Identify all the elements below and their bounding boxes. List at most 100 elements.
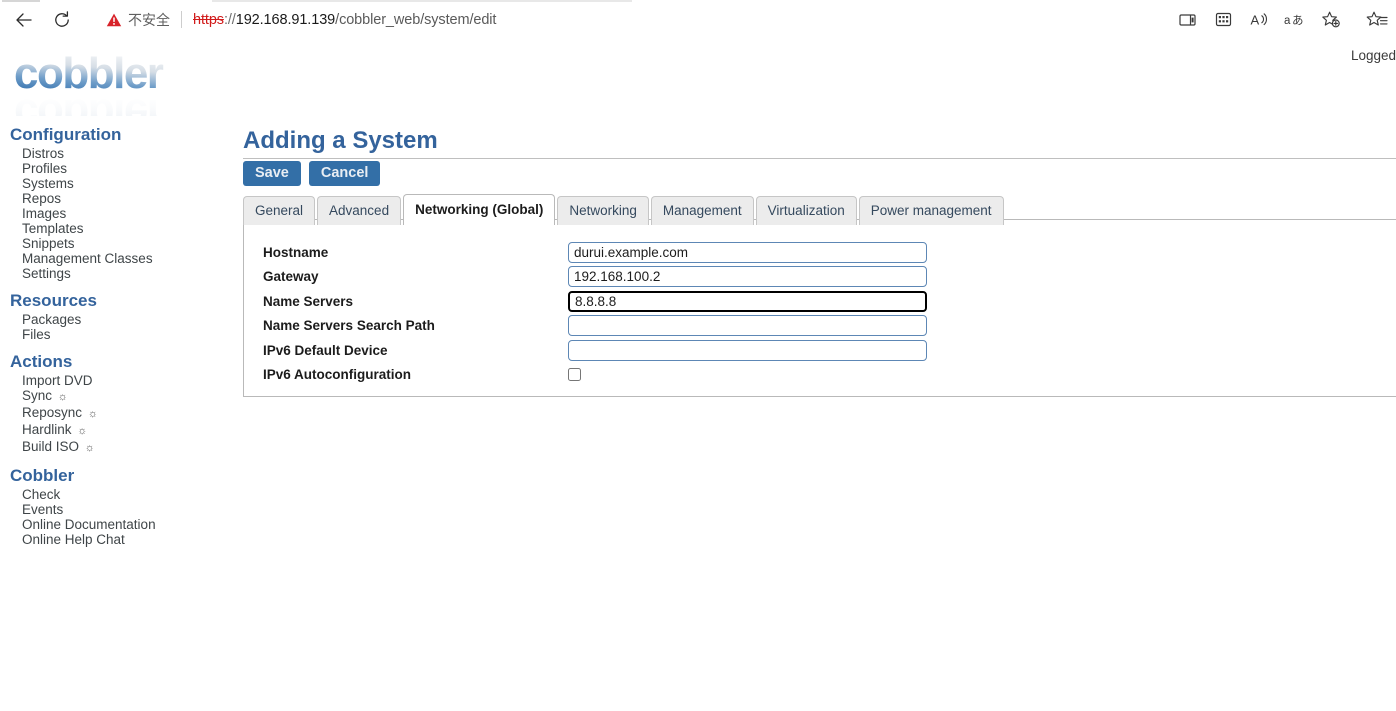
sidebar-section-resources: Resources — [10, 291, 97, 310]
tab-edge-left — [2, 0, 40, 2]
sidebar-item-label: Settings — [22, 266, 71, 281]
page-title: Adding a System — [243, 127, 438, 154]
url-scheme: https — [193, 11, 224, 28]
sidebar-item-label: Import DVD — [22, 373, 93, 388]
read-aloud-icon[interactable]: A — [1242, 5, 1276, 35]
url-text[interactable]: https://192.168.91.139/cobbler_web/syste… — [193, 12, 496, 28]
sidebar-item-label: Sync — [22, 388, 53, 403]
tab-edge-active — [212, 0, 632, 2]
form-label: Name Servers Search Path — [263, 318, 435, 334]
security-label: 不安全 — [128, 12, 170, 29]
tab-general[interactable]: General — [243, 196, 316, 225]
sidebar-section-actions: Actions — [10, 352, 73, 371]
sidebar-item-hardlink[interactable]: Hardlink ☼ — [0, 422, 228, 439]
ipv6-default-device-input[interactable] — [568, 339, 927, 361]
sidebar-item-reposync[interactable]: Reposync ☼ — [0, 405, 228, 422]
sidebar-item-label: Repos — [22, 191, 62, 206]
sidebar-item-systems[interactable]: Systems — [0, 176, 228, 191]
tab-networking[interactable]: Networking — [557, 196, 649, 225]
tab-management[interactable]: Management — [650, 196, 754, 225]
sidebar-item-label: Reposync — [22, 405, 83, 420]
ipv6-autoconfiguration-checkbox[interactable] — [568, 368, 581, 382]
sidebar-item-label: Images — [22, 206, 67, 221]
sidebar-item-images[interactable]: Images — [0, 206, 228, 221]
warning-triangle-icon — [106, 13, 122, 26]
sidebar: cobbler cobbler Configuration Distros Prof… — [0, 40, 228, 711]
address-bar[interactable]: 不安全 https://192.168.91.139/cobbler_web/s… — [96, 3, 1158, 36]
sun-icon: ☼ — [77, 425, 88, 437]
sidebar-item-label: Online Help Chat — [22, 532, 125, 547]
back-arrow-icon — [16, 13, 32, 27]
form-row: Name Servers — [263, 289, 927, 314]
sidebar-item-packages[interactable]: Packages — [0, 312, 228, 327]
sidebar-item-online-documentation[interactable]: Online Documentation — [0, 517, 228, 532]
name-servers-input[interactable] — [568, 290, 927, 312]
sidebar-section-configuration: Configuration — [10, 125, 122, 144]
tab-bar: General Advanced Networking (Global) Networ… — [243, 194, 1006, 226]
cancel-button[interactable]: Cancel — [308, 161, 381, 186]
form-row: Gateway — [263, 265, 927, 290]
name-servers-search-path-input[interactable] — [568, 315, 927, 337]
form-row: IPv6 Default Device — [263, 338, 927, 363]
add-favorite-icon[interactable] — [1314, 5, 1348, 35]
gateway-input[interactable] — [568, 266, 927, 288]
favorites-list-icon[interactable] — [1360, 5, 1394, 35]
sidebar-item-events[interactable]: Events — [0, 502, 228, 517]
collections-icon[interactable] — [1206, 5, 1240, 35]
sidebar-item-label: Packages — [22, 312, 82, 327]
form-label: Hostname — [263, 244, 329, 260]
sidebar-item-build-iso[interactable]: Build ISO ☼ — [0, 439, 228, 456]
sidebar-item-settings[interactable]: Settings — [0, 266, 228, 281]
form-row: Hostname — [263, 240, 927, 265]
sidebar-item-repos[interactable]: Repos — [0, 191, 228, 206]
sidebar-item-label: Systems — [22, 176, 74, 191]
tab-panel: Hostname Gateway Name Servers Name Servers … — [243, 219, 1396, 397]
sidebar-item-label: Templates — [22, 221, 84, 236]
tab-virtualization[interactable]: Virtualization — [755, 196, 857, 225]
hostname-input[interactable] — [568, 241, 927, 263]
sidebar-item-label: Hardlink — [22, 422, 72, 437]
form-label: IPv6 Autoconfiguration — [263, 367, 411, 383]
sun-icon: ☼ — [87, 408, 98, 420]
sidebar-item-check[interactable]: Check — [0, 487, 228, 502]
sidebar-item-files[interactable]: Files — [0, 327, 228, 342]
sidebar-item-distros[interactable]: Distros — [0, 146, 228, 161]
sidebar-section-cobbler: Cobbler — [10, 466, 75, 485]
sidebar-item-label: Events — [22, 502, 64, 517]
sidebar-item-online-help-chat[interactable]: Online Help Chat — [0, 532, 228, 547]
translate-icon[interactable]: a あ — [1278, 5, 1312, 35]
sidebar-item-management-classes[interactable]: Management Classes — [0, 251, 228, 266]
sun-icon: ☼ — [84, 442, 95, 454]
split-screen-icon[interactable] — [1170, 5, 1204, 35]
main-content: Adding a System Save Cancel General Advan… — [228, 40, 1396, 711]
sidebar-section-spacer — [0, 281, 228, 290]
reload-button[interactable] — [46, 4, 78, 36]
page-content: Logged cobbler cobbler Configuration Dis… — [0, 40, 1396, 711]
browser-toolbar: A a あ — [1170, 3, 1396, 36]
back-button[interactable] — [8, 4, 40, 36]
svg-text:あ: あ — [1292, 13, 1304, 27]
sidebar-item-label: Files — [22, 327, 51, 342]
sidebar-item-import-dvd[interactable]: Import DVD — [0, 373, 228, 388]
sidebar-item-label: Distros — [22, 146, 65, 161]
form-label: IPv6 Default Device — [263, 342, 388, 358]
url-host: 192.168.91.139 — [235, 11, 336, 28]
url-path: /cobbler_web/system/edit — [335, 11, 497, 28]
svg-text:A: A — [1251, 13, 1260, 28]
tab-networking-global[interactable]: Networking (Global) — [403, 194, 556, 226]
tab-power-management[interactable]: Power management — [858, 196, 1004, 225]
sidebar-item-label: Online Documentation — [22, 517, 156, 532]
sun-icon: ☼ — [57, 391, 68, 403]
sidebar-item-label: Snippets — [22, 236, 75, 251]
sidebar-item-snippets[interactable]: Snippets — [0, 236, 228, 251]
tab-advanced[interactable]: Advanced — [317, 196, 402, 225]
sidebar-item-templates[interactable]: Templates — [0, 221, 228, 236]
sidebar-item-profiles[interactable]: Profiles — [0, 161, 228, 176]
save-button[interactable]: Save — [243, 161, 301, 186]
sidebar-item-label: Build ISO — [22, 439, 80, 454]
sidebar-item-label: Check — [22, 487, 61, 502]
networking-global-form: Hostname Gateway Name Servers Name Servers … — [263, 240, 927, 387]
form-label: Name Servers — [263, 293, 354, 309]
security-status[interactable]: 不安全 — [106, 10, 170, 30]
sidebar-item-sync[interactable]: Sync ☼ — [0, 388, 228, 405]
